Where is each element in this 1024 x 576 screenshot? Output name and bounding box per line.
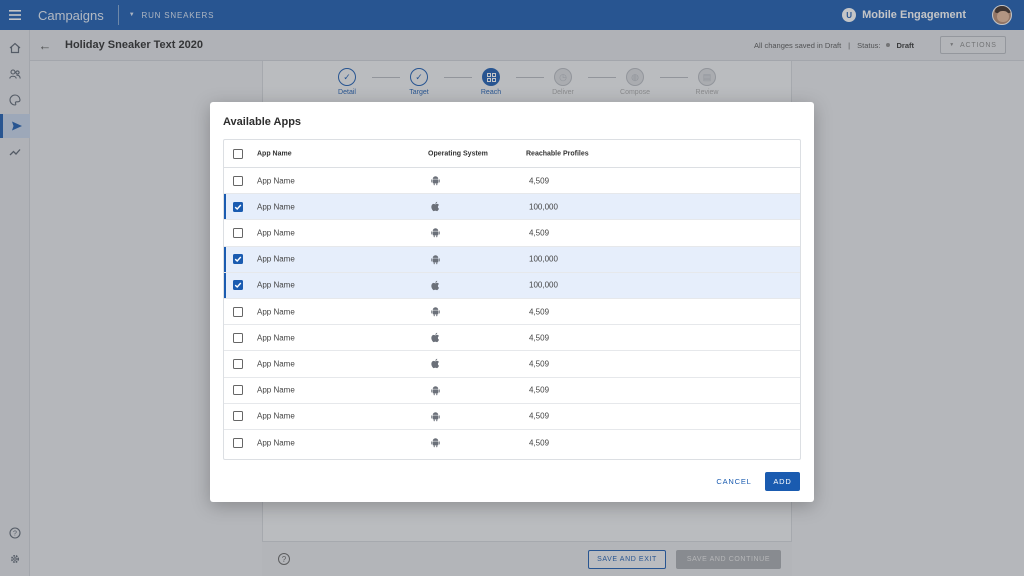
row-checkbox[interactable] <box>233 306 243 317</box>
table-row[interactable]: App Name 4,509 <box>224 168 800 195</box>
app-name-cell: App Name <box>257 385 295 395</box>
select-all-checkbox[interactable] <box>233 148 243 159</box>
reachable-profiles-cell: 4,509 <box>529 176 550 186</box>
reachable-profiles-cell: 4,509 <box>529 228 550 238</box>
table-row[interactable]: App Name 4,509 <box>224 430 800 456</box>
apple-icon <box>429 279 441 291</box>
row-checkbox[interactable] <box>233 254 243 265</box>
app-name-cell: App Name <box>257 254 295 264</box>
row-checkbox[interactable] <box>233 437 243 448</box>
apple-icon <box>429 201 441 213</box>
app-name-cell: App Name <box>257 333 295 343</box>
available-apps-dialog: Available Apps App Name Operating System… <box>210 102 814 502</box>
android-icon <box>429 306 441 318</box>
column-header-operating-system[interactable]: Operating System <box>428 150 488 157</box>
table-row[interactable]: App Name 100,000 <box>224 246 800 273</box>
row-checkbox[interactable] <box>233 358 243 369</box>
row-checkbox[interactable] <box>233 227 243 238</box>
column-header-reachable-profiles[interactable]: Reachable Profiles <box>526 150 589 157</box>
reachable-profiles-cell: 4,509 <box>529 385 550 395</box>
android-icon <box>429 410 441 422</box>
app-name-cell: App Name <box>257 280 295 290</box>
row-checkbox[interactable] <box>233 175 243 186</box>
table-row[interactable]: App Name 4,509 <box>224 351 800 378</box>
table-row[interactable]: App Name 100,000 <box>224 194 800 221</box>
app-name-cell: App Name <box>257 411 295 421</box>
reachable-profiles-cell: 100,000 <box>529 202 558 212</box>
android-icon <box>429 175 441 187</box>
app-name-cell: App Name <box>257 438 295 448</box>
android-icon <box>429 253 441 265</box>
android-icon <box>429 384 441 396</box>
table-body: App Name 4,509 App Name 100,000 App Name 4,50… <box>224 168 800 456</box>
apps-table: App Name Operating System Reachable Prof… <box>223 139 801 460</box>
row-checkbox[interactable] <box>233 411 243 422</box>
reachable-profiles-cell: 100,000 <box>529 280 558 290</box>
app-name-cell: App Name <box>257 228 295 238</box>
reachable-profiles-cell: 100,000 <box>529 254 558 264</box>
apple-icon <box>429 332 441 344</box>
reachable-profiles-cell: 4,509 <box>529 411 550 421</box>
add-button[interactable]: ADD <box>765 472 800 491</box>
row-checkbox[interactable] <box>233 280 243 291</box>
cancel-button[interactable]: CANCEL <box>710 472 758 491</box>
dialog-title: Available Apps <box>223 116 302 128</box>
android-icon <box>429 227 441 239</box>
table-row[interactable]: App Name 4,509 <box>224 220 800 247</box>
table-row[interactable]: App Name 4,509 <box>224 325 800 352</box>
row-checkbox[interactable] <box>233 201 243 212</box>
table-row[interactable]: App Name 4,509 <box>224 378 800 404</box>
table-row[interactable]: App Name 4,509 <box>224 299 800 326</box>
row-checkbox[interactable] <box>233 385 243 396</box>
android-icon <box>429 437 441 449</box>
reachable-profiles-cell: 4,509 <box>529 438 550 448</box>
column-header-app-name[interactable]: App Name <box>257 150 292 157</box>
table-header: App Name Operating System Reachable Prof… <box>224 140 800 168</box>
app-name-cell: App Name <box>257 359 295 369</box>
table-row[interactable]: App Name 4,509 <box>224 404 800 430</box>
reachable-profiles-cell: 4,509 <box>529 359 550 369</box>
reachable-profiles-cell: 4,509 <box>529 333 550 343</box>
app-name-cell: App Name <box>257 307 295 317</box>
app-name-cell: App Name <box>257 202 295 212</box>
reachable-profiles-cell: 4,509 <box>529 307 550 317</box>
apple-icon <box>429 358 441 370</box>
app-name-cell: App Name <box>257 176 295 186</box>
row-checkbox[interactable] <box>233 332 243 343</box>
table-row[interactable]: App Name 100,000 <box>224 272 800 299</box>
